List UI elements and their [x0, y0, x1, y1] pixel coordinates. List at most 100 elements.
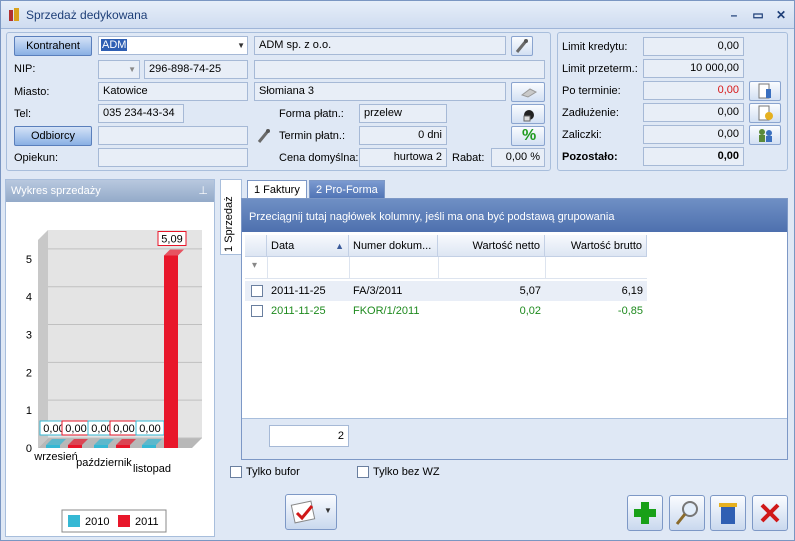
rabat-field: 0,00 %	[491, 148, 545, 167]
envelope-icon	[520, 88, 538, 98]
odbiorcy-field	[98, 126, 248, 145]
row-checkbox[interactable]	[251, 285, 263, 297]
tab-faktury[interactable]: 1 Faktury	[247, 180, 307, 199]
kontrahent-button[interactable]: Kontrahent	[14, 36, 92, 56]
header-data[interactable]: Data ▲	[267, 235, 349, 257]
miasto-label: Miasto:	[14, 86, 50, 98]
cancel-button[interactable]	[752, 495, 788, 531]
document-coins-icon	[758, 105, 773, 121]
filter-icon[interactable]: ▾	[252, 260, 257, 271]
opiekun-label: Opiekun:	[14, 152, 59, 164]
cena-field: hurtowa 2	[359, 148, 447, 167]
legend-swatch	[68, 515, 80, 527]
money-bag-icon	[523, 110, 534, 122]
zaliczki-button[interactable]	[749, 125, 781, 145]
x-tick-label: listopad	[133, 463, 171, 475]
tylko-bufor-label: Tylko bufor	[246, 466, 300, 478]
row-count-field: 2	[269, 425, 349, 447]
table-row[interactable]: 2011-11-25 FA/3/2011 5,07 6,19	[245, 281, 647, 301]
group-by-bar[interactable]: Przeciągnij tutaj nagłówek kolumny, jeśl…	[242, 199, 787, 232]
y-tick-label: 1	[26, 405, 32, 417]
people-icon	[759, 129, 772, 142]
odbiorcy-button[interactable]: Odbiorcy	[14, 126, 92, 146]
y-tick-label: 3	[26, 330, 32, 342]
side-tab-sprzedaz[interactable]: 1 Sprzedaż	[220, 179, 242, 255]
limit-przeterm-label: Limit przeterm.:	[562, 63, 638, 75]
y-tick-label: 4	[26, 292, 32, 304]
forma-label: Forma płatn.:	[279, 108, 344, 120]
tab-proforma[interactable]: 2 Pro-Forma	[309, 180, 385, 199]
x-tick-label: wrzesień	[33, 451, 77, 463]
payment-button[interactable]	[511, 104, 545, 124]
nip-label: NIP:	[14, 63, 36, 75]
po-terminie-button[interactable]	[749, 81, 781, 101]
chart-bar	[116, 445, 130, 448]
opiekun-field	[98, 148, 248, 167]
zaliczki-label: Zaliczki:	[562, 129, 602, 141]
trash-icon	[719, 503, 737, 524]
row-netto: 0,02	[519, 305, 541, 317]
termin-label: Termin płatn.:	[279, 130, 346, 142]
header-netto[interactable]: Wartość netto	[438, 235, 545, 257]
nip-prefix-select[interactable]: ▼	[98, 60, 140, 79]
window-title: Sprzedaż dedykowana	[26, 8, 148, 22]
cena-label: Cena domyślna:	[279, 152, 359, 164]
row-numer: FA/3/2011	[353, 285, 403, 297]
table-row[interactable]: 2011-11-25 FKOR/1/2011 0,02 -0,85	[245, 301, 647, 321]
row-numer: FKOR/1/2011	[353, 305, 420, 317]
kontrahent-card-button[interactable]	[511, 36, 533, 56]
grid-footer: 2	[242, 418, 787, 459]
po-terminie-label: Po terminie:	[562, 85, 621, 97]
minimize-button[interactable]: –	[724, 6, 744, 24]
pin-icon[interactable]: ⊥	[198, 180, 208, 202]
pen-icon	[515, 39, 528, 53]
y-tick-label: 0	[26, 443, 32, 455]
close-window-button[interactable]: ✕	[771, 6, 791, 24]
data-label: 0,00	[139, 423, 160, 435]
miasto-field: Katowice	[98, 82, 248, 101]
forma-field: przelew	[359, 104, 447, 123]
delete-button[interactable]	[710, 495, 746, 531]
sales-window: Sprzedaż dedykowana – ▭ ✕ Kontrahent ADM…	[0, 0, 795, 541]
tylko-bez-wz-checkbox[interactable]	[357, 466, 369, 478]
row-brutto: 6,19	[621, 285, 643, 297]
legend-label: 2010	[85, 516, 109, 528]
add-button[interactable]	[627, 495, 663, 531]
invoice-grid: Przeciągnij tutaj nagłówek kolumny, jeśl…	[241, 198, 788, 460]
legend-swatch	[118, 515, 130, 527]
discount-button[interactable]: %	[511, 126, 545, 146]
chevron-down-icon[interactable]: ▼	[237, 37, 245, 54]
header-brutto[interactable]: Wartość brutto	[545, 235, 647, 257]
chart-bar	[164, 255, 178, 448]
rabat-label: Rabat:	[452, 152, 485, 164]
chart-bar	[94, 445, 108, 448]
data-label: 0,00	[65, 423, 86, 435]
row-checkbox[interactable]	[251, 305, 263, 317]
approve-split-button[interactable]: ▼	[285, 494, 337, 530]
zadluzenie-button[interactable]	[749, 103, 781, 123]
sort-ascending-icon: ▲	[335, 241, 344, 251]
side-tab-label: 1 Sprzedaż	[223, 196, 235, 252]
pozostalo-field: 0,00	[643, 147, 744, 166]
termin-field: 0 dni	[359, 126, 447, 145]
chart-panel-header: Wykres sprzedaży ⊥	[6, 180, 214, 202]
header-data-label: Data	[271, 240, 295, 252]
y-tick-label: 5	[26, 254, 32, 266]
header-select	[245, 235, 267, 257]
title-bar: Sprzedaż dedykowana – ▭ ✕	[1, 1, 794, 29]
header-numer[interactable]: Numer dokum...	[349, 235, 438, 257]
zaliczki-field: 0,00	[643, 125, 744, 144]
tel-label: Tel:	[14, 108, 32, 120]
maximize-button[interactable]: ▭	[748, 6, 768, 24]
kontrahent-code-field[interactable]: ADM ▼	[98, 36, 248, 55]
limit-kredytu-label: Limit kredytu:	[562, 41, 628, 53]
filter-row[interactable]: ▾	[245, 257, 647, 279]
close-icon	[760, 503, 780, 523]
adres-edit-button[interactable]	[511, 82, 545, 102]
view-button[interactable]	[669, 495, 705, 531]
chevron-down-icon[interactable]: ▼	[324, 506, 332, 515]
tylko-bufor-checkbox[interactable]	[230, 466, 242, 478]
odbiorcy-pick-button[interactable]	[254, 126, 274, 145]
chart-side-wall	[38, 230, 48, 448]
nip-field: 296-898-74-25	[144, 60, 248, 79]
